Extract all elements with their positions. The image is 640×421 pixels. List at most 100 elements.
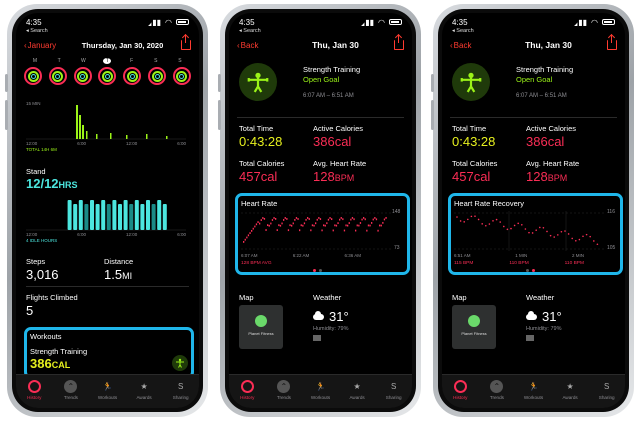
tab-trends[interactable]: ⌃ Trends: [481, 380, 513, 400]
heart-rate-point: [348, 222, 350, 224]
heart-rate-point: [299, 229, 301, 232]
tab-history[interactable]: History: [444, 380, 476, 400]
day-letter: W: [80, 58, 86, 64]
tab-history[interactable]: History: [18, 380, 50, 400]
workout-map[interactable]: Planet Fitness: [239, 305, 283, 349]
activity-ring-icon[interactable]: [24, 67, 42, 85]
back-button[interactable]: ‹ Back: [237, 41, 281, 50]
heart-rate-point: [364, 218, 366, 221]
recovery-point: [596, 243, 599, 246]
nav-bar: ‹ January Thursday, Jan 30, 2020: [24, 35, 191, 53]
recovery-point: [578, 238, 581, 241]
weather-temp-row: 31°: [313, 309, 349, 324]
tab-workouts[interactable]: 🏃 Workouts: [517, 380, 549, 400]
heart-rate-point: [255, 223, 258, 226]
heart-rate-point: [375, 218, 378, 221]
tab-sharing[interactable]: S Sharing: [591, 380, 623, 400]
recovery-point: [593, 240, 595, 242]
heart-rate-point: [363, 217, 365, 219]
heart-rate-point: [316, 218, 318, 221]
week-activity-rings[interactable]: [24, 67, 191, 85]
sharing-icon: S: [391, 382, 397, 391]
tab-awards[interactable]: ★ Awards: [341, 380, 373, 400]
activity-ring-icon[interactable]: [123, 67, 142, 85]
share-icon[interactable]: [181, 35, 191, 50]
stand-hour-bar: [84, 204, 89, 230]
awards-icon: ★: [566, 382, 574, 391]
tab-trends[interactable]: ⌃ Trends: [55, 380, 87, 400]
activity-ring-icon[interactable]: [98, 67, 117, 85]
heart-rate-point: [305, 218, 307, 221]
page-dots[interactable]: [526, 269, 535, 272]
total-calories-label: Total Calories: [452, 159, 498, 168]
back-button[interactable]: ‹ Back: [450, 41, 494, 50]
stand-hour-bar: [123, 200, 128, 230]
recovery-point: [546, 230, 548, 233]
recovery-point: [474, 215, 476, 217]
tab-trends[interactable]: ⌃ Trends: [268, 380, 300, 400]
share-icon[interactable]: [394, 35, 404, 50]
heart-rate-point: [287, 229, 290, 232]
week-day-letters: MTWTFSS: [26, 58, 189, 64]
recovery-point: [470, 215, 473, 218]
recovery-point: [560, 230, 563, 233]
heart-rate-point: [367, 224, 370, 227]
recovery-min: 105: [607, 245, 616, 251]
stand-axis: 12:00 6:00 12:00 6:00: [26, 232, 186, 237]
heart-rate-point: [300, 224, 302, 227]
heart-rate-point: [267, 224, 269, 227]
recovery-point: [531, 232, 534, 234]
heart-rate-point: [281, 222, 283, 225]
stand-value: 12/12HRS: [26, 176, 78, 191]
back-button[interactable]: ‹ January: [24, 41, 68, 50]
tab-workouts[interactable]: 🏃 Workouts: [91, 380, 123, 400]
heart-rate-point: [260, 219, 262, 221]
share-icon[interactable]: [607, 35, 617, 50]
day-letter: S: [154, 58, 158, 64]
activity-ring-icon[interactable]: [48, 67, 67, 85]
heart-rate-point: [252, 227, 254, 230]
tab-bar: History ⌃ Trends 🏃 Workouts ★ Awards S Shari…: [229, 374, 412, 408]
recovery-max: 116: [607, 209, 615, 215]
activity-ring-icon[interactable]: [172, 67, 191, 85]
heart-rate-point: [273, 217, 275, 219]
page-title: Thursday, Jan 30, 2020: [81, 40, 164, 50]
search-back-link[interactable]: ◂ Search: [239, 28, 261, 34]
stand-hour-bar: [140, 204, 145, 230]
activity-ring-icon[interactable]: [148, 67, 167, 85]
sharing-icon: S: [178, 382, 184, 391]
recovery-axis: 6:51 AM 1 MIN 2 MIN: [454, 253, 584, 258]
tab-workouts[interactable]: 🏃 Workouts: [304, 380, 336, 400]
tab-awards[interactable]: ★ Awards: [554, 380, 586, 400]
phone-heart-rate-recovery: 4:35 ▮▮▮ ◠ ◂ Search ‹ Back Thu, Jan 30 Str…: [431, 4, 634, 417]
tab-history[interactable]: History: [231, 380, 263, 400]
distance-label: Distance: [104, 257, 134, 266]
search-back-link[interactable]: ◂ Search: [452, 28, 474, 34]
page-dots[interactable]: [313, 269, 322, 272]
tab-awards[interactable]: ★ Awards: [128, 380, 160, 400]
weather-humidity: Humidity: 79%: [526, 326, 562, 332]
recovery-point: [564, 230, 566, 232]
recovery-point: [582, 235, 584, 238]
recovery-point: [513, 224, 516, 227]
trends-icon: ⌃: [277, 380, 291, 393]
wifi-icon: ◠: [378, 17, 385, 27]
search-back-link[interactable]: ◂ Search: [26, 28, 48, 34]
workout-map[interactable]: Planet Fitness: [452, 305, 496, 349]
stand-hour-bar: [67, 200, 72, 230]
history-icon: [240, 380, 254, 393]
heart-rate-point: [353, 218, 355, 221]
workouts-highlight: [24, 327, 194, 379]
heart-rate-point: [337, 222, 339, 225]
recovery-values: 115 BPM 110 BPM 110 BPM: [454, 261, 584, 266]
tab-sharing[interactable]: S Sharing: [378, 380, 410, 400]
tab-sharing[interactable]: S Sharing: [165, 380, 197, 400]
notch: [488, 13, 579, 27]
workout-name: Strength Training: [303, 65, 361, 74]
heart-rate-point: [271, 219, 274, 221]
notch: [62, 13, 153, 27]
heart-rate-point: [361, 218, 363, 221]
weatherkit-icon: [526, 335, 534, 341]
activity-ring-icon[interactable]: [73, 67, 92, 85]
stand-hour-bar: [118, 204, 122, 230]
